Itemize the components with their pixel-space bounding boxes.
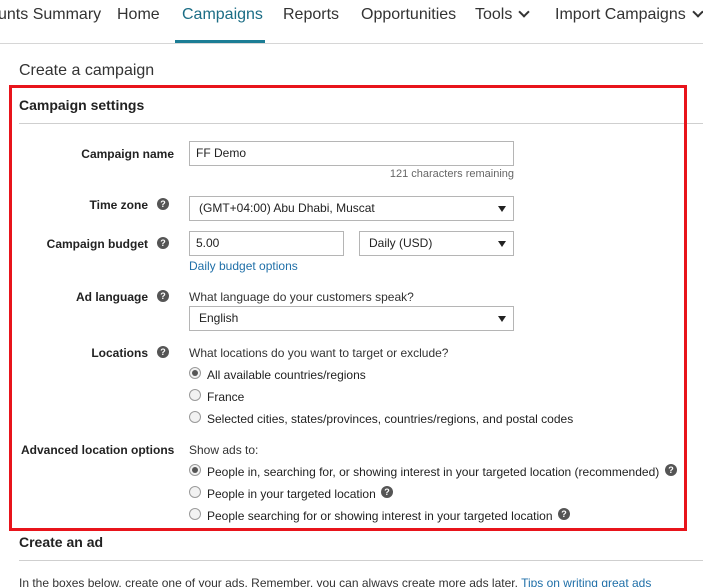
create-ad-description: In the boxes below, create one of your a… <box>19 576 651 587</box>
nav-home[interactable]: Home <box>117 6 160 24</box>
page-title: Create a campaign <box>19 62 155 79</box>
nav-campaigns[interactable]: Campaigns <box>182 6 263 24</box>
nav-import-campaigns[interactable]: Import Campaigns <box>555 6 703 24</box>
section-divider <box>19 560 703 561</box>
nav-reports[interactable]: Reports <box>283 6 339 24</box>
nav-opportunities[interactable]: Opportunities <box>361 6 456 24</box>
active-tab-indicator <box>175 40 265 43</box>
nav-tools-label: Tools <box>475 6 513 23</box>
nav-import-campaigns-label: Import Campaigns <box>555 6 686 23</box>
tips-link[interactable]: Tips on writing great ads <box>521 576 651 587</box>
chevron-down-icon <box>518 6 531 18</box>
top-navigation: unts Summary Home Campaigns Reports Oppo… <box>0 0 703 44</box>
chevron-down-icon <box>692 6 703 18</box>
nav-tools[interactable]: Tools <box>475 6 531 24</box>
section-title-create-ad: Create an ad <box>19 534 104 550</box>
nav-accounts-summary[interactable]: unts Summary <box>0 6 101 24</box>
create-ad-description-text: In the boxes below, create one of your a… <box>19 576 518 587</box>
highlight-box <box>9 85 687 531</box>
